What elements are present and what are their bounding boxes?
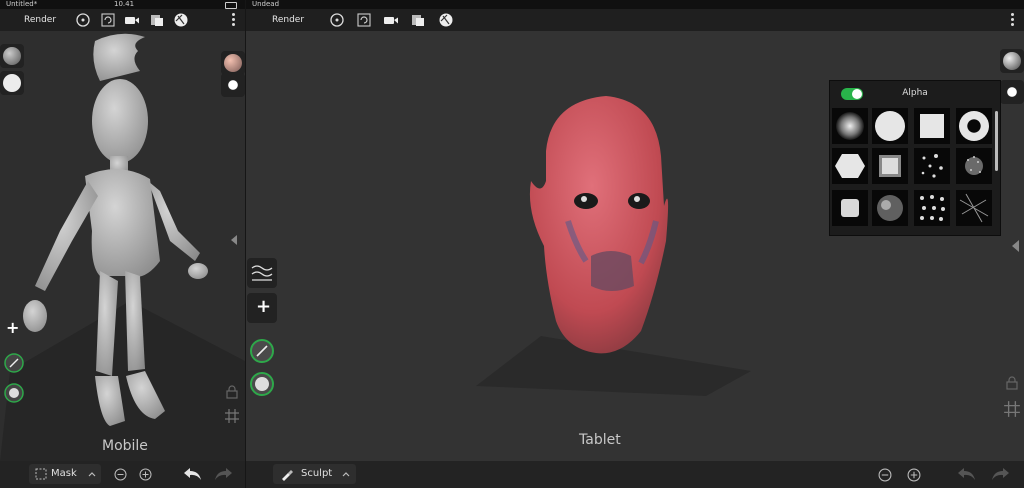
alpha-square-frame[interactable] xyxy=(872,148,908,184)
dots-grid-icon xyxy=(920,195,945,221)
alpha-noise-patch[interactable] xyxy=(832,190,868,226)
bottom-toolbar: Mask xyxy=(0,461,245,488)
lock-icon[interactable] xyxy=(1004,375,1020,391)
circle-icon xyxy=(875,111,905,141)
tool-selector-mask[interactable]: Mask xyxy=(29,464,101,484)
square-frame-icon xyxy=(879,155,901,177)
tablet-panel: Undead Render + Alpha Tablet Sculpt xyxy=(245,0,1024,488)
undo-icon[interactable] xyxy=(181,465,203,483)
alpha-noise-fine[interactable] xyxy=(956,148,992,184)
size-dial-icon[interactable] xyxy=(248,370,276,398)
brush-radius-icon xyxy=(224,76,242,94)
matcap-icon xyxy=(1003,52,1021,70)
color-swatch-button[interactable] xyxy=(0,71,24,95)
material-sphere-button[interactable] xyxy=(0,44,24,68)
material-icon[interactable] xyxy=(438,12,454,28)
top-toolbar: Render xyxy=(246,9,1024,31)
redo-icon[interactable] xyxy=(213,465,235,483)
sculpt-head-model xyxy=(529,96,669,354)
matcap-button[interactable] xyxy=(1000,49,1024,73)
alpha-dots-grid[interactable] xyxy=(914,190,950,226)
reset-view-icon[interactable] xyxy=(100,12,116,28)
mobile-panel: Untitled* 10.41 Render + Mobile Mask xyxy=(0,0,245,488)
render-button[interactable]: Render xyxy=(16,11,64,29)
brush-icon xyxy=(282,470,293,481)
status-bar: Untitled* 10.41 xyxy=(0,0,245,9)
menu-icon[interactable] xyxy=(1011,13,1015,27)
alpha-scrollbar[interactable] xyxy=(995,111,998,171)
focus-icon[interactable] xyxy=(75,12,91,28)
bottom-toolbar: Sculpt xyxy=(246,461,1024,488)
noise-patch-icon xyxy=(841,199,859,217)
increase-icon[interactable] xyxy=(907,468,921,482)
intensity-dial-icon[interactable] xyxy=(248,337,276,365)
symmetry-icon[interactable] xyxy=(1003,400,1021,418)
material-icon[interactable] xyxy=(173,12,189,28)
battery-icon xyxy=(225,2,237,9)
color-swatch-icon xyxy=(3,74,21,92)
reset-view-icon[interactable] xyxy=(356,12,372,28)
collapse-arrow-icon[interactable] xyxy=(231,235,237,245)
alpha-panel: Alpha xyxy=(829,80,1001,236)
noise-cloud-icon xyxy=(877,195,903,221)
alpha-ring[interactable] xyxy=(956,108,992,144)
menu-icon[interactable] xyxy=(232,13,236,27)
camera-icon[interactable] xyxy=(124,12,140,28)
scene-icon[interactable] xyxy=(149,12,165,28)
collapse-arrow-icon[interactable] xyxy=(1012,240,1019,252)
add-button[interactable]: + xyxy=(247,293,277,323)
lock-icon[interactable] xyxy=(224,384,240,400)
stroke-options-button[interactable] xyxy=(247,258,277,288)
alpha-circle[interactable] xyxy=(872,108,908,144)
matcap-icon xyxy=(224,54,242,72)
chevron-up-icon xyxy=(88,472,96,477)
status-bar: Undead xyxy=(246,0,1024,9)
viewport-mobile[interactable] xyxy=(0,31,245,461)
scene-icon[interactable] xyxy=(410,12,426,28)
noise-streak-icon xyxy=(959,193,989,223)
alpha-soft-blob[interactable] xyxy=(832,108,868,144)
hexagon-icon xyxy=(835,154,865,178)
intensity-dial-icon[interactable] xyxy=(3,352,25,374)
brush-radius-icon xyxy=(1003,83,1021,101)
alpha-dots-sparse[interactable] xyxy=(914,148,950,184)
dots-sparse-icon xyxy=(921,154,943,178)
redo-icon[interactable] xyxy=(990,465,1012,483)
material-sphere-icon xyxy=(3,47,21,65)
caption-mobile: Mobile xyxy=(102,438,148,454)
undo-icon[interactable] xyxy=(955,465,977,483)
chevron-up-icon xyxy=(342,472,350,477)
document-name: Undead xyxy=(252,0,280,8)
decrease-icon[interactable] xyxy=(114,468,127,481)
tool-selector-sculpt[interactable]: Sculpt xyxy=(273,464,356,484)
symmetry-icon[interactable] xyxy=(224,408,240,424)
ring-icon xyxy=(959,111,989,141)
document-name: Untitled* xyxy=(6,0,38,8)
clock: 10.41 xyxy=(114,0,135,8)
size-dial-icon[interactable] xyxy=(3,382,25,404)
alpha-noise-cloud[interactable] xyxy=(872,190,908,226)
soft-blob-icon xyxy=(836,112,864,140)
add-icon[interactable]: + xyxy=(6,318,19,337)
camera-icon[interactable] xyxy=(383,12,399,28)
increase-icon[interactable] xyxy=(139,468,152,481)
brush-radius-button[interactable] xyxy=(1000,80,1024,104)
render-button[interactable]: Render xyxy=(264,11,312,29)
alpha-panel-title: Alpha xyxy=(902,88,928,98)
alpha-square[interactable] xyxy=(914,108,950,144)
noise-fine-icon xyxy=(965,156,983,175)
alpha-hexagon[interactable] xyxy=(832,148,868,184)
alpha-noise-streak[interactable] xyxy=(956,190,992,226)
focus-icon[interactable] xyxy=(329,12,345,28)
mask-tool-icon xyxy=(35,468,47,480)
add-icon: + xyxy=(256,296,272,317)
brush-radius-button[interactable] xyxy=(221,73,245,97)
caption-tablet: Tablet xyxy=(579,432,621,448)
decrease-icon[interactable] xyxy=(878,468,892,482)
wave-icon xyxy=(251,265,273,281)
top-toolbar: Render xyxy=(0,9,245,31)
square-icon xyxy=(920,114,944,138)
matcap-button[interactable] xyxy=(221,51,245,75)
